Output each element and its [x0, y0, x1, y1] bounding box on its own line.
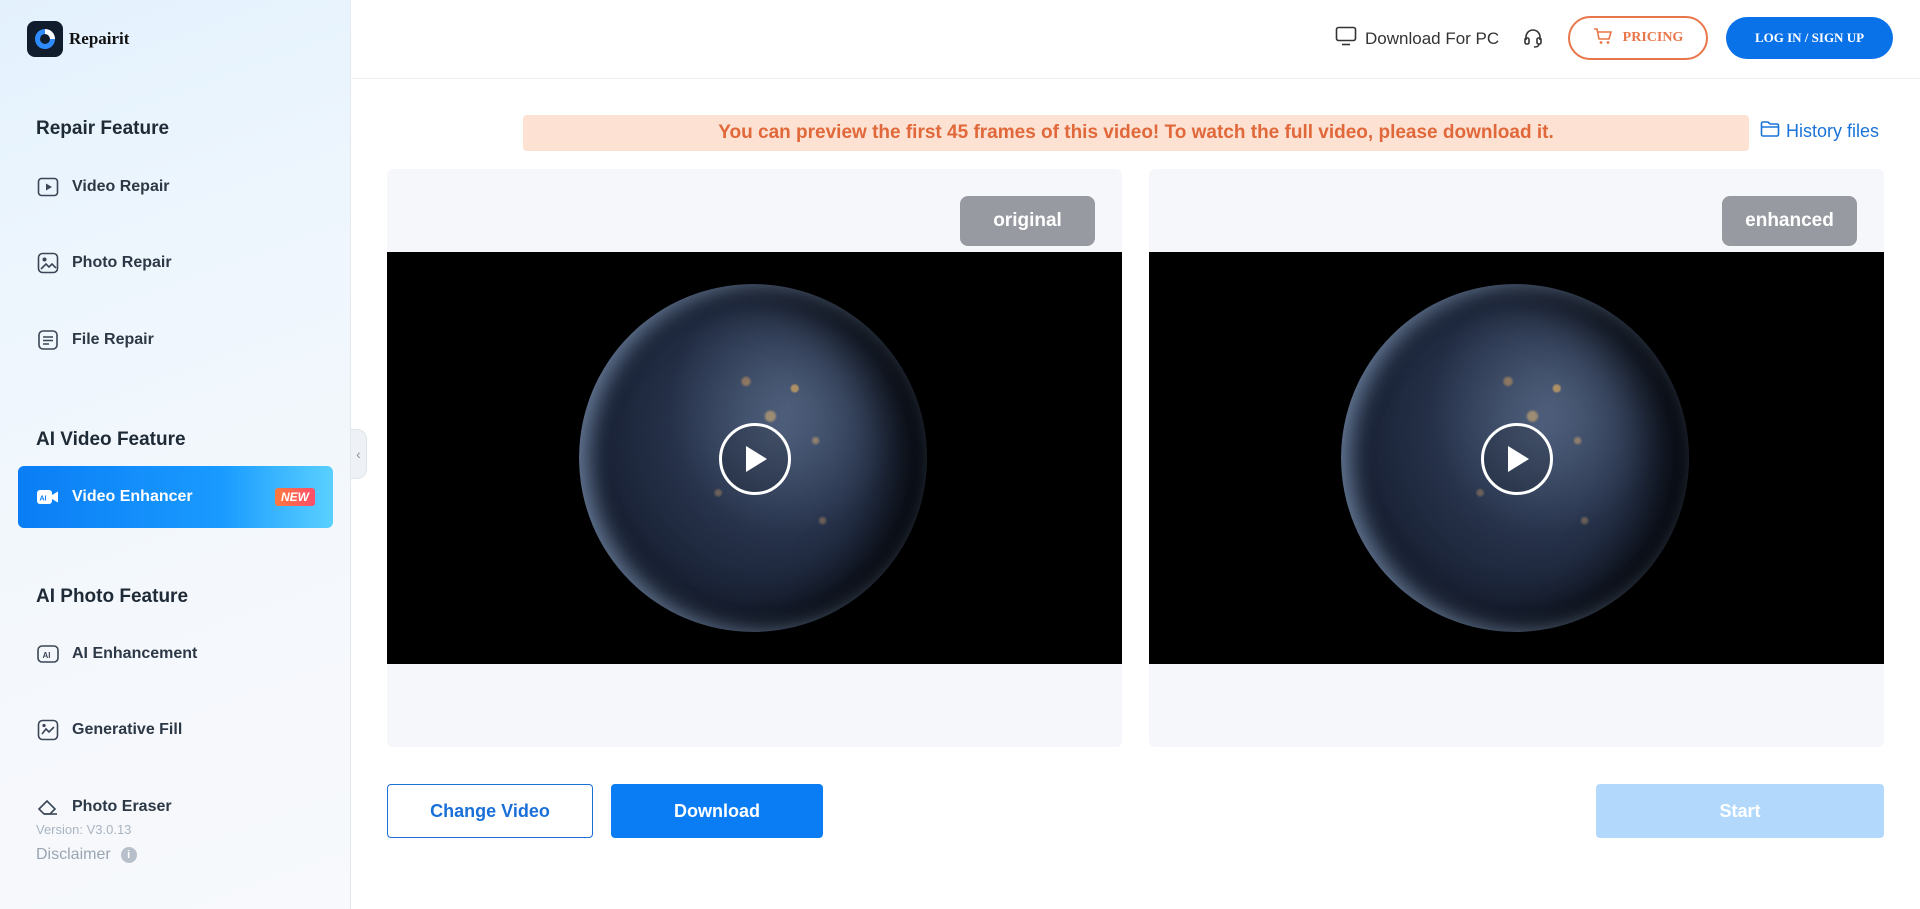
pricing-button[interactable]: PRICING — [1568, 16, 1708, 60]
history-files-link[interactable]: History files — [1760, 120, 1879, 143]
collapse-sidebar-button[interactable]: ‹ — [351, 429, 367, 479]
enhanced-tag: enhanced — [1722, 196, 1857, 246]
change-video-button[interactable]: Change Video — [387, 784, 593, 838]
original-video-panel: original — [387, 169, 1122, 747]
sidebar-item-label: Generative Fill — [72, 721, 183, 738]
sidebar-item-file-repair[interactable]: File Repair — [18, 309, 333, 371]
original-video-player[interactable] — [387, 252, 1122, 664]
download-for-pc-label: Download For PC — [1365, 28, 1500, 48]
pricing-label: PRICING — [1622, 30, 1684, 45]
monitor-icon — [1335, 26, 1357, 51]
file-icon — [36, 328, 60, 352]
sidebar-item-label: Video Repair — [72, 178, 170, 195]
sidebar-item-label: File Repair — [72, 331, 154, 348]
sidebar-item-label: Video Enhancer — [72, 488, 193, 505]
cart-icon — [1593, 27, 1613, 50]
original-tag: original — [960, 196, 1095, 246]
svg-text:AI: AI — [40, 496, 47, 503]
headset-icon[interactable] — [1522, 27, 1544, 54]
generative-fill-icon — [36, 718, 60, 742]
sidebar-item-photo-repair[interactable]: Photo Repair — [18, 232, 333, 294]
new-badge: NEW — [275, 488, 315, 506]
history-files-label: History files — [1786, 121, 1880, 141]
version-text: Version: V3.0.13 — [36, 822, 132, 837]
section-title-ai-photo: AI Photo Feature — [36, 586, 189, 607]
login-signup-button[interactable]: LOG IN / SIGN UP — [1726, 17, 1893, 59]
ai-icon: AI — [36, 642, 60, 666]
sidebar-item-video-repair[interactable]: Video Repair — [18, 156, 333, 218]
eraser-icon — [36, 795, 60, 819]
app-name: Repairit — [69, 29, 130, 48]
start-button[interactable]: Start — [1596, 784, 1884, 838]
download-button[interactable]: Download — [611, 784, 823, 838]
sidebar-item-label: Photo Repair — [72, 254, 172, 271]
download-for-pc-link[interactable]: Download For PC — [1335, 26, 1499, 51]
sidebar-item-video-enhancer[interactable]: AI Video Enhancer NEW — [18, 466, 333, 528]
preview-notice-banner: You can preview the first 45 frames of t… — [523, 115, 1749, 151]
photo-icon — [36, 251, 60, 275]
repairit-logo-icon — [27, 21, 63, 57]
play-icon[interactable] — [719, 423, 791, 495]
enhanced-video-panel: enhanced — [1149, 169, 1884, 747]
sidebar-item-generative-fill[interactable]: Generative Fill — [18, 699, 333, 761]
disclaimer-label: Disclaimer — [36, 846, 111, 863]
video-camera-ai-icon: AI — [36, 485, 60, 509]
section-title-repair: Repair Feature — [36, 118, 170, 139]
chevron-left-icon: ‹ — [356, 446, 361, 462]
disclaimer-link[interactable]: Disclaimer i — [36, 846, 137, 864]
svg-text:AI: AI — [43, 651, 51, 660]
video-play-icon — [36, 175, 60, 199]
sidebar: Repairit Repair Feature Video Repair Pho… — [0, 0, 351, 909]
section-title-ai-video: AI Video Feature — [36, 429, 186, 450]
folder-icon — [1760, 120, 1780, 143]
sidebar-item-label: Photo Eraser — [72, 798, 172, 815]
enhanced-video-player[interactable] — [1149, 252, 1884, 664]
play-icon[interactable] — [1481, 423, 1553, 495]
sidebar-item-ai-enhancement[interactable]: AI AI Enhancement — [18, 623, 333, 685]
sidebar-item-label: AI Enhancement — [72, 645, 198, 662]
info-icon[interactable]: i — [120, 847, 137, 863]
app-logo[interactable]: Repairit — [27, 21, 129, 57]
